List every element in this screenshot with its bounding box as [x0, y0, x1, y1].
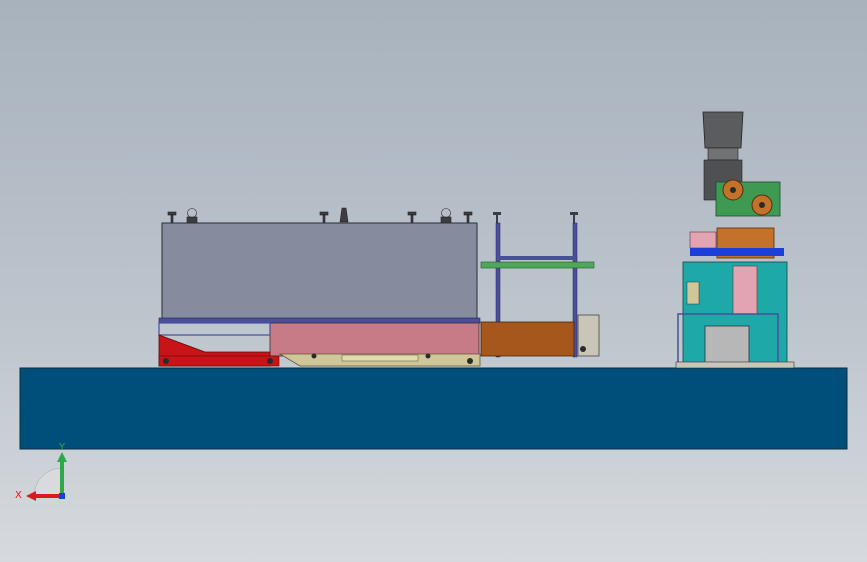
tank-frame-rail [158, 317, 481, 324]
cad-viewport[interactable]: Y X [0, 0, 867, 562]
y-axis-label: Y [58, 442, 66, 453]
coordinate-triad: Y X [15, 442, 67, 501]
motor-hopper[interactable] [702, 111, 744, 149]
tank-body[interactable] [161, 222, 478, 320]
x-axis-label: X [15, 490, 22, 501]
tank-left-frame [158, 322, 271, 336]
pink-column [732, 265, 758, 315]
base-platform[interactable] [19, 367, 848, 450]
y-axis-arrow [57, 452, 67, 462]
frame-top-bolts [493, 212, 578, 223]
end-bracket-bolt [580, 346, 586, 352]
brown-box[interactable] [480, 321, 575, 357]
green-plate[interactable] [480, 261, 595, 269]
motor-neck [707, 147, 739, 161]
frame-crossbar [498, 256, 575, 260]
triad-arc [33, 467, 63, 497]
x-axis-arrow [26, 491, 36, 501]
tank-assembly[interactable] [158, 207, 489, 367]
grey-panel[interactable] [704, 325, 750, 365]
tank-lower-body[interactable] [269, 322, 480, 357]
tank-top-fittings [167, 207, 473, 224]
blue-band [690, 248, 784, 256]
foot-plate [675, 361, 795, 369]
slide-plate-slot [341, 354, 419, 362]
pink-cap [689, 231, 717, 249]
red-sled-bar [158, 355, 280, 367]
side-unit [686, 281, 700, 305]
right-machine[interactable] [675, 111, 795, 369]
z-axis-marker [59, 493, 65, 499]
assembly-model[interactable] [0, 0, 867, 562]
middle-frame[interactable] [480, 212, 600, 358]
